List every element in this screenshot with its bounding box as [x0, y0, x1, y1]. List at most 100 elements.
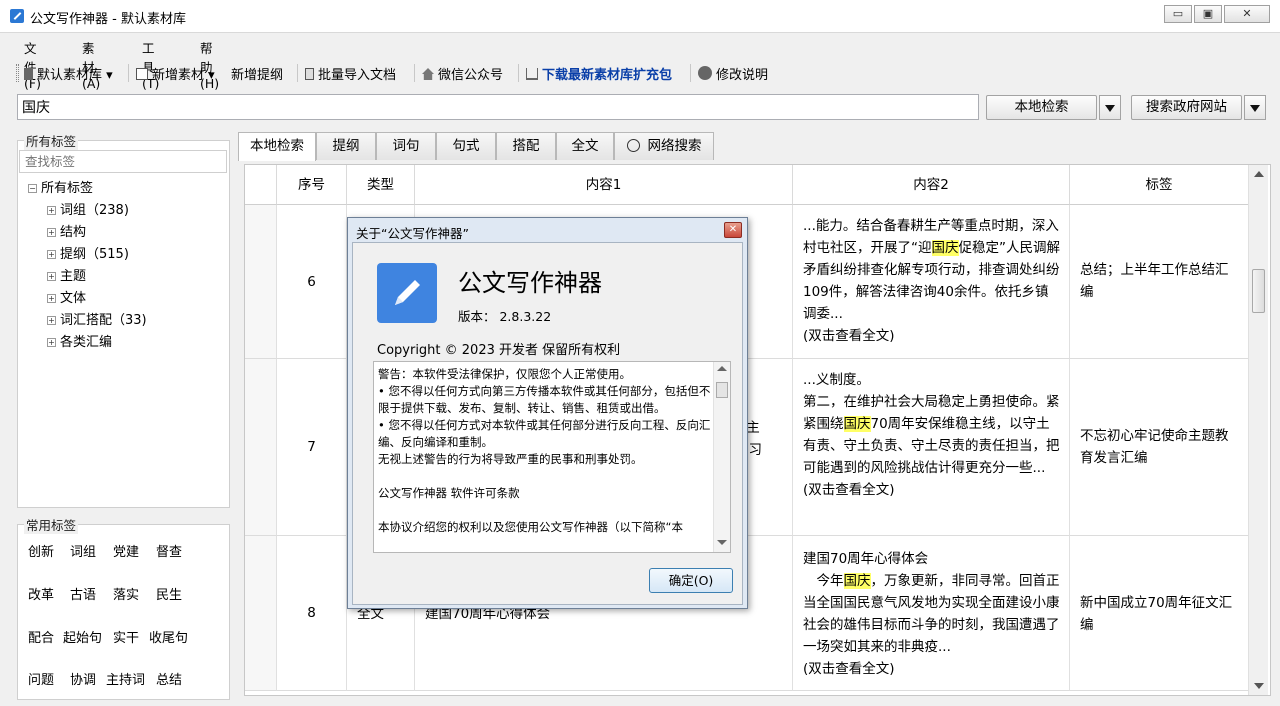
tree-node-compilations[interactable]: + 各类汇编	[47, 331, 112, 350]
expand-icon[interactable]: +	[47, 316, 56, 325]
common-tag[interactable]: 协调	[70, 669, 96, 688]
tab-fulltext[interactable]: 全文	[556, 132, 614, 160]
row-content2[interactable]: ...能力。结合备春耕生产等重点时期，深入村屯社区，开展了“迎国庆促稳定”人民调…	[793, 205, 1070, 359]
license-line: 警告：本软件受法律保护，仅限您个人正常使用。	[378, 367, 631, 381]
row-tags[interactable]: 不忘初心牢记使命主题教育发言汇编	[1070, 359, 1249, 536]
tree-node-label: 词汇搭配（33)	[60, 313, 147, 328]
close-button[interactable]: ✕	[1224, 5, 1270, 23]
license-scroll-thumb[interactable]	[716, 382, 728, 398]
dialog-app-name: 公文写作神器	[458, 269, 602, 297]
row-selector[interactable]	[245, 536, 277, 691]
row-content2[interactable]: ...义制度。 第二，在维护社会大局稳定上勇担使命。紧紧围绕国庆70周年安保维稳…	[793, 359, 1070, 536]
local-search-button[interactable]: 本地检索	[986, 95, 1097, 120]
gov-search-dropdown[interactable]	[1244, 95, 1266, 120]
batch-import-button[interactable]: 批量导入文档	[305, 64, 396, 83]
expand-icon[interactable]: +	[47, 294, 56, 303]
col-header-type[interactable]: 类型	[347, 165, 415, 205]
toolbar: 默认素材库 ▾ 新增素材 ▾ 新增提纲 批量导入文档 微信公众号 下载最新素材库…	[0, 60, 1280, 86]
tree-node-theme[interactable]: + 主题	[47, 265, 86, 284]
common-tag[interactable]: 实干	[113, 627, 139, 646]
pencil-icon	[395, 280, 420, 305]
gov-search-button[interactable]: 搜索政府网站	[1131, 95, 1242, 120]
ok-button[interactable]: 确定(O)	[649, 568, 733, 593]
common-tag[interactable]: 主持词	[106, 669, 145, 688]
tab-phrases[interactable]: 词句	[376, 132, 436, 160]
expand-icon[interactable]: +	[47, 250, 56, 259]
tab-collocation[interactable]: 搭配	[496, 132, 556, 160]
local-search-dropdown[interactable]	[1099, 95, 1121, 120]
dialog-version: 版本： 2.8.3.22	[458, 309, 552, 324]
restore-button[interactable]: ▣	[1194, 5, 1222, 23]
common-tag[interactable]: 收尾句	[149, 627, 188, 646]
scroll-up-icon[interactable]	[717, 366, 727, 371]
home-icon	[422, 68, 434, 80]
col-header-content2[interactable]: 内容2	[793, 165, 1070, 205]
common-tag[interactable]: 党建	[113, 541, 139, 560]
common-tag[interactable]: 落实	[113, 584, 139, 603]
search-input[interactable]	[17, 94, 979, 120]
scroll-down-icon[interactable]	[717, 540, 727, 545]
common-tag[interactable]: 词组	[70, 541, 96, 560]
keyword-highlight: 国庆	[843, 416, 871, 432]
tab-sentences[interactable]: 句式	[436, 132, 496, 160]
expand-icon[interactable]: +	[47, 272, 56, 281]
dialog-close-button[interactable]: ✕	[724, 222, 742, 238]
tree-node-genre[interactable]: + 文体	[47, 287, 86, 306]
license-line	[378, 468, 712, 485]
tab-local-search[interactable]: 本地检索	[238, 132, 316, 161]
row-tag-text: 不忘初心牢记使命主题教育发言汇编	[1080, 428, 1229, 466]
minimize-button[interactable]: ▭	[1164, 5, 1192, 23]
download-pack-button[interactable]: 下载最新素材库扩充包	[526, 64, 672, 83]
about-dialog: 关于“公文写作神器” ✕ 公文写作神器 版本： 2.8.3.22 Copyrig…	[347, 217, 748, 609]
row-num: 8	[277, 536, 347, 691]
row-content2[interactable]: 建国70周年心得体会 今年国庆，万象更新，非同寻常。回首正当全国国民意气风发地为…	[793, 536, 1070, 691]
license-scrollbar[interactable]	[713, 362, 730, 552]
common-tag[interactable]: 起始句	[63, 627, 102, 646]
scroll-down-icon[interactable]	[1254, 683, 1264, 689]
row-selector[interactable]	[245, 205, 277, 359]
common-tag[interactable]: 古语	[70, 584, 96, 603]
row-selector[interactable]	[245, 359, 277, 536]
col-header-num[interactable]: 序号	[277, 165, 347, 205]
expand-icon[interactable]: +	[47, 228, 56, 237]
expand-icon[interactable]: +	[47, 338, 56, 347]
tab-web-search[interactable]: 网络搜索	[614, 132, 714, 160]
collapse-icon[interactable]: −	[28, 184, 37, 193]
tree-node-outline[interactable]: + 提纲（515)	[47, 243, 129, 262]
library-dropdown[interactable]: 默认素材库 ▾	[24, 64, 113, 83]
tree-node-phrases[interactable]: + 词组（238)	[47, 199, 129, 218]
window-title: 公文写作神器 - 默认素材库	[30, 12, 186, 27]
grid-scrollbar[interactable]	[1248, 165, 1268, 695]
tree-node-collocation[interactable]: + 词汇搭配（33)	[47, 309, 147, 328]
common-tag[interactable]: 配合	[28, 627, 54, 646]
changelog-button[interactable]: 修改说明	[698, 64, 768, 83]
tree-root[interactable]: − 所有标签	[28, 177, 93, 196]
expand-icon[interactable]: +	[47, 206, 56, 215]
row-tags[interactable]: 新中国成立70周年征文汇编	[1070, 536, 1249, 691]
window-titlebar: 公文写作神器 - 默认素材库 ▭ ▣ ✕	[0, 0, 1280, 33]
tree-node-structure[interactable]: + 结构	[47, 221, 86, 240]
scroll-up-icon[interactable]	[1254, 171, 1264, 177]
common-tag[interactable]: 问题	[28, 669, 54, 688]
common-tag[interactable]: 督查	[156, 541, 182, 560]
row-tags[interactable]: 总结；上半年工作总结汇编	[1070, 205, 1249, 359]
new-material-label: 新增素材	[152, 68, 205, 83]
common-tag[interactable]: 民生	[156, 584, 182, 603]
tree-node-label: 词组（238)	[60, 203, 129, 218]
tab-outline[interactable]: 提纲	[316, 132, 376, 160]
tab-web-search-label: 网络搜索	[647, 138, 702, 154]
new-outline-button[interactable]: 新增提纲	[231, 64, 283, 83]
new-material-button[interactable]: 新增素材 ▾	[136, 64, 215, 83]
tag-search-input[interactable]	[19, 150, 227, 173]
scroll-thumb[interactable]	[1252, 269, 1265, 313]
common-tag[interactable]: 改革	[28, 584, 54, 603]
col-header-content1[interactable]: 内容1	[415, 165, 793, 205]
changelog-label: 修改说明	[716, 68, 769, 83]
col-header-tags[interactable]: 标签	[1070, 165, 1249, 205]
common-tag[interactable]: 创新	[28, 541, 54, 560]
wechat-button[interactable]: 微信公众号	[422, 64, 503, 83]
license-textbox[interactable]: 警告：本软件受法律保护，仅限您个人正常使用。 • 您不得以任何方式向第三方传播本…	[373, 361, 731, 553]
app-logo	[377, 263, 437, 323]
dialog-title: 关于“公文写作神器”	[356, 226, 469, 241]
common-tag[interactable]: 总结	[156, 669, 182, 688]
